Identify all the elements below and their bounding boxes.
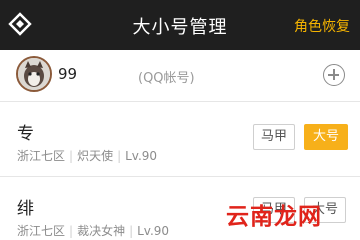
role-server: 浙江七区 [17,224,66,238]
account-id: 99 [58,65,78,83]
top-bar: 大小号管理 角色恢复 [0,0,360,50]
add-account-icon[interactable] [323,64,345,86]
role-restore-link[interactable]: 角色恢复 [294,16,350,36]
set-main-button[interactable]: 大号 [304,124,348,150]
divider: | [129,224,134,238]
role-level: Lv.90 [125,149,158,163]
role-level: Lv.90 [137,224,170,238]
account-row: 99 (QQ帐号) [0,50,360,102]
set-alt-button[interactable]: 马甲 [253,124,295,150]
account-type-label: (QQ帐号) [138,71,195,86]
avatar [16,56,52,92]
role-class: 炽天使 [77,149,114,163]
role-name: 绯 [17,199,34,219]
role-info: 浙江七区 | 裁决女神 | Lv.90 [17,222,169,239]
divider: | [117,149,122,163]
role-info: 浙江七区 | 炽天使 | Lv.90 [17,147,157,164]
role-class: 裁决女神 [77,224,126,238]
divider: | [69,149,74,163]
role-row-1: 专 浙江七区 | 炽天使 | Lv.90 马甲 大号 [0,103,360,177]
divider: | [69,224,74,238]
role-server: 浙江七区 [17,149,66,163]
watermark-logo: 云南龙网 [226,203,322,230]
role-name: 专 [17,124,34,144]
